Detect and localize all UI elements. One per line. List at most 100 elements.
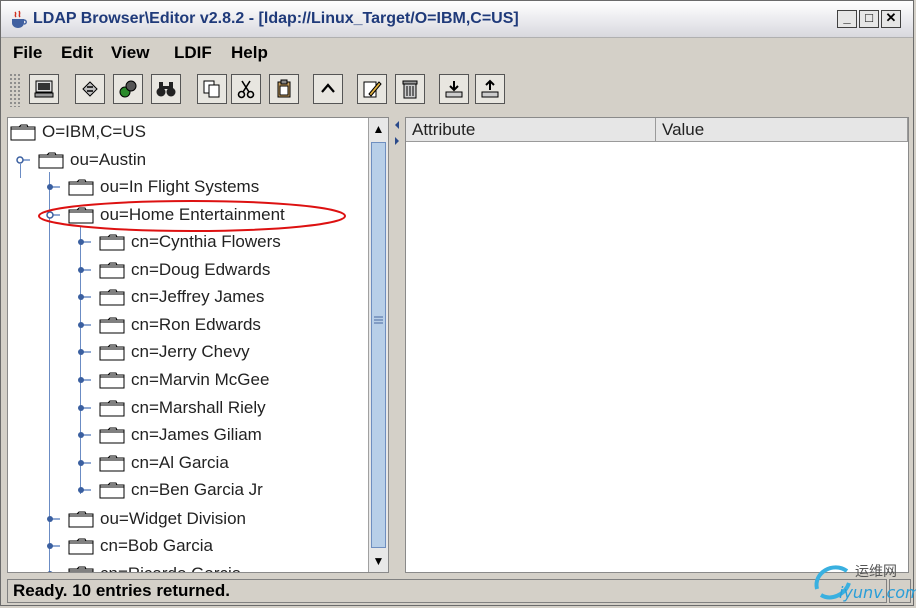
- close-button[interactable]: ✕: [881, 10, 901, 28]
- watermark: 运维网 iyunv.com: [809, 557, 916, 607]
- java-cup-icon: [12, 10, 27, 28]
- tree-node-person[interactable]: cn=Ron Edwards: [99, 314, 261, 336]
- refresh-button[interactable]: [75, 74, 105, 104]
- tree-node-person[interactable]: cn=Doug Edwards: [99, 259, 270, 281]
- folder-icon: [99, 262, 125, 279]
- menu-ldif[interactable]: LDIF: [174, 43, 212, 63]
- collapsed-handle-icon[interactable]: [75, 292, 91, 302]
- scroll-up-arrow-icon[interactable]: ▲: [369, 120, 388, 138]
- connect-icon: [119, 80, 137, 98]
- status-bar: Ready. 10 entries returned.: [7, 579, 887, 603]
- split-pane-divider[interactable]: [391, 117, 403, 573]
- maximize-button[interactable]: □: [859, 10, 879, 28]
- tree-node-bob-garcia[interactable]: cn=Bob Garcia: [68, 535, 213, 557]
- tree-node-widget-division[interactable]: ou=Widget Division: [68, 508, 246, 530]
- tree-connector: [20, 164, 21, 178]
- collapsed-handle-icon[interactable]: [44, 541, 60, 551]
- collapsed-handle-icon[interactable]: [75, 485, 91, 495]
- collapsed-handle-icon[interactable]: [44, 569, 60, 573]
- tree-node-label: cn=Bob Garcia: [100, 536, 213, 555]
- collapsed-handle-icon[interactable]: [75, 347, 91, 357]
- copy-icon: [203, 80, 220, 98]
- paste-button[interactable]: [269, 74, 299, 104]
- tree-node-label: cn=Al Garcia: [131, 452, 229, 472]
- menu-help[interactable]: Help: [231, 43, 268, 63]
- tree-node-label: cn=Doug Edwards: [131, 259, 271, 279]
- grip-icon: [374, 316, 383, 324]
- tree-node-ricardo-garcia[interactable]: cn=Ricardo Garcia: [68, 563, 241, 572]
- cut-button[interactable]: [231, 74, 261, 104]
- toolbar: [1, 69, 913, 113]
- directory-tree[interactable]: O=IBM,C=US ou=Austin ou=In Flight System…: [7, 117, 389, 573]
- tree-node-person[interactable]: cn=James Giliam: [99, 424, 262, 446]
- edit-button[interactable]: [357, 74, 387, 104]
- tree-node-label: ou=Austin: [70, 150, 147, 169]
- tree-node-austin[interactable]: ou=Austin: [38, 149, 146, 171]
- tree-node-in-flight-systems[interactable]: ou=In Flight Systems: [68, 176, 259, 198]
- collapsed-handle-icon[interactable]: [75, 265, 91, 275]
- trash-icon: [402, 80, 418, 99]
- folder-icon: [68, 538, 94, 555]
- expanded-handle-icon[interactable]: [14, 155, 30, 165]
- collapsed-handle-icon[interactable]: [75, 430, 91, 440]
- computer-button[interactable]: [29, 74, 59, 104]
- folder-icon: [10, 124, 36, 141]
- menu-view[interactable]: View: [111, 43, 149, 63]
- collapse-arrows-icon[interactable]: [393, 119, 401, 149]
- copy-button[interactable]: [197, 74, 227, 104]
- tree-scrollbar[interactable]: ▲ ▼: [368, 118, 388, 572]
- menu-bar: File Edit View LDIF Help: [1, 38, 913, 66]
- tree-node-person[interactable]: cn=Cynthia Flowers: [99, 231, 281, 253]
- scroll-thumb[interactable]: [371, 142, 386, 548]
- import-button[interactable]: [439, 74, 469, 104]
- tree-node-person[interactable]: cn=Marshall Riely: [99, 397, 266, 419]
- refresh-icon: [82, 81, 98, 97]
- app-window: LDAP Browser\Editor v2.8.2 - [ldap://Lin…: [0, 0, 916, 607]
- connect-button[interactable]: [113, 74, 143, 104]
- import-icon: [445, 81, 463, 98]
- tree-node-person[interactable]: cn=Al Garcia: [99, 452, 229, 474]
- attribute-table[interactable]: Attribute Value: [405, 117, 909, 573]
- column-header-attribute[interactable]: Attribute: [406, 118, 656, 142]
- collapsed-handle-icon[interactable]: [75, 375, 91, 385]
- chevron-up-icon: [321, 83, 335, 93]
- tree-node-person[interactable]: cn=Marvin McGee: [99, 369, 269, 391]
- highlight-ellipse: [38, 200, 346, 232]
- delete-button[interactable]: [395, 74, 425, 104]
- folder-icon: [68, 179, 94, 196]
- folder-icon: [99, 372, 125, 389]
- folder-icon: [99, 234, 125, 251]
- tree-node-label: cn=Marvin McGee: [131, 370, 270, 389]
- collapsed-handle-icon[interactable]: [75, 320, 91, 330]
- tree-node-person[interactable]: cn=Ben Garcia Jr: [99, 479, 263, 501]
- tree-node-label: cn=Ricardo Garcia: [100, 564, 241, 572]
- paste-icon: [277, 79, 291, 98]
- tree-node-label: cn=Ben Garcia Jr: [131, 480, 263, 500]
- collapsed-handle-icon[interactable]: [44, 182, 60, 192]
- collapsed-handle-icon[interactable]: [75, 458, 91, 468]
- export-button[interactable]: [475, 74, 505, 104]
- title-bar[interactable]: LDAP Browser\Editor v2.8.2 - [ldap://Lin…: [1, 1, 913, 38]
- tree-node-person[interactable]: cn=Jeffrey James: [99, 286, 264, 308]
- menu-file[interactable]: File: [13, 43, 42, 63]
- folder-icon: [99, 344, 125, 361]
- menu-edit[interactable]: Edit: [61, 43, 93, 63]
- collapsed-handle-icon[interactable]: [75, 237, 91, 247]
- tree-node-label: cn=Jeffrey James: [131, 287, 265, 307]
- tree-node-label: cn=Ron Edwards: [131, 314, 261, 334]
- computer-icon: [34, 80, 54, 98]
- move-up-button[interactable]: [313, 74, 343, 104]
- toolbar-grip[interactable]: [9, 73, 21, 107]
- collapsed-handle-icon[interactable]: [75, 403, 91, 413]
- tree-node-label: ou=Widget Division: [100, 509, 246, 528]
- search-button[interactable]: [151, 74, 181, 104]
- binoculars-icon: [156, 82, 176, 97]
- window-title: LDAP Browser\Editor v2.8.2 - [ldap://Lin…: [33, 10, 519, 27]
- column-header-value[interactable]: Value: [656, 118, 908, 142]
- tree-node-root[interactable]: O=IBM,C=US: [10, 121, 146, 143]
- scroll-down-arrow-icon[interactable]: ▼: [369, 552, 388, 570]
- tree-node-person[interactable]: cn=Jerry Chevy: [99, 341, 250, 363]
- collapsed-handle-icon[interactable]: [44, 514, 60, 524]
- tree-node-label: cn=James Giliam: [131, 425, 262, 445]
- minimize-button[interactable]: _: [837, 10, 857, 28]
